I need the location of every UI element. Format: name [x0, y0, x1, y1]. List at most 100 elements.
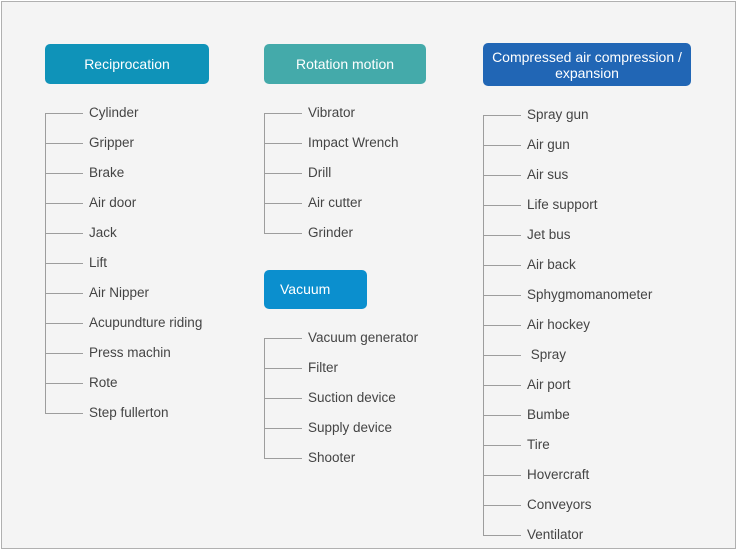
list-item-label: Tire — [527, 437, 550, 452]
list-item[interactable]: Spray — [483, 340, 713, 370]
list-item[interactable]: Life support — [483, 190, 713, 220]
tree-branch-icon — [483, 445, 521, 446]
list-item[interactable]: Lift — [45, 248, 245, 278]
list-item[interactable]: Air sus — [483, 160, 713, 190]
tree-rotation-motion: Vibrator Impact Wrench Drill Air cutter … — [264, 98, 464, 248]
list-item[interactable]: Suction device — [264, 383, 464, 413]
list-item-label: Brake — [89, 165, 125, 180]
list-item[interactable]: Acupundture riding — [45, 308, 245, 338]
list-item[interactable]: Grinder — [264, 218, 464, 248]
list-item-label: Air hockey — [527, 317, 591, 332]
group-compressed-air: Compressed air compression / expansion S… — [483, 43, 713, 548]
group-title-compressed-air: Compressed air compression / expansion — [492, 48, 682, 81]
list-item-label: Supply device — [308, 420, 393, 435]
list-item-label: Air sus — [527, 167, 569, 182]
list-item-label: Air port — [527, 377, 571, 392]
list-item[interactable]: Ventilator — [483, 520, 713, 548]
list-item[interactable]: Rote — [45, 368, 245, 398]
list-item[interactable]: Bumbe — [483, 400, 713, 430]
tree-branch-icon — [264, 233, 302, 234]
tree-branch-icon — [264, 203, 302, 204]
list-item[interactable]: Gripper — [45, 128, 245, 158]
list-item-label: Hovercraft — [527, 467, 590, 482]
list-item[interactable]: Supply device — [264, 413, 464, 443]
tree-vacuum: Vacuum generator Filter Suction device S… — [264, 323, 464, 473]
group-header-reciprocation[interactable]: Reciprocation — [45, 44, 209, 84]
group-title-vacuum: Vacuum — [280, 281, 331, 297]
list-item[interactable]: Air Nipper — [45, 278, 245, 308]
list-item[interactable]: Vacuum generator — [264, 323, 464, 353]
list-item[interactable]: Air door — [45, 188, 245, 218]
list-item[interactable]: Step fullerton — [45, 398, 245, 428]
tree-branch-icon — [483, 115, 521, 116]
tree-branch-icon — [264, 458, 302, 459]
list-item-label: Air back — [527, 257, 576, 272]
list-item[interactable]: Drill — [264, 158, 464, 188]
list-item[interactable]: Tire — [483, 430, 713, 460]
tree-branch-icon — [264, 338, 302, 339]
list-item[interactable]: Shooter — [264, 443, 464, 473]
group-title-rotation-motion: Rotation motion — [295, 55, 395, 72]
tree-branch-icon — [45, 143, 83, 144]
list-item-label: Shooter — [308, 450, 356, 465]
list-item[interactable]: Jet bus — [483, 220, 713, 250]
tree-branch-icon — [45, 413, 83, 414]
tree-branch-icon — [483, 145, 521, 146]
list-item[interactable]: Air gun — [483, 130, 713, 160]
diagram-canvas: Reciprocation Cylinder Gripper Brake Air… — [1, 1, 736, 549]
tree-branch-icon — [264, 398, 302, 399]
list-item-label: Air Nipper — [89, 285, 150, 300]
list-item-label: Step fullerton — [89, 405, 169, 420]
group-vacuum: Vacuum Vacuum generator Filter Suction d… — [264, 270, 464, 473]
tree-branch-icon — [483, 505, 521, 506]
list-item[interactable]: Air port — [483, 370, 713, 400]
list-item[interactable]: Air hockey — [483, 310, 713, 340]
tree-branch-icon — [45, 323, 83, 324]
list-item-label: Grinder — [308, 225, 354, 240]
list-item[interactable]: Air cutter — [264, 188, 464, 218]
list-item-label: Drill — [308, 165, 332, 180]
list-item-label: Vacuum generator — [308, 330, 419, 345]
tree-reciprocation: Cylinder Gripper Brake Air door Jack Lif… — [45, 98, 245, 428]
group-header-rotation-motion[interactable]: Rotation motion — [264, 44, 426, 84]
list-item-label: Gripper — [89, 135, 135, 150]
list-item[interactable]: Brake — [45, 158, 245, 188]
tree-branch-icon — [483, 295, 521, 296]
group-header-compressed-air[interactable]: Compressed air compression / expansion — [483, 43, 691, 86]
list-item-label: Vibrator — [308, 105, 356, 120]
list-item[interactable]: Jack — [45, 218, 245, 248]
tree-branch-icon — [264, 113, 302, 114]
list-item-label: Jack — [89, 225, 117, 240]
list-item[interactable]: Cylinder — [45, 98, 245, 128]
tree-branch-icon — [45, 383, 83, 384]
list-item[interactable]: Press machin — [45, 338, 245, 368]
tree-branch-icon — [264, 368, 302, 369]
tree-branch-icon — [483, 415, 521, 416]
list-item[interactable]: Impact Wrench — [264, 128, 464, 158]
group-title-reciprocation: Reciprocation — [84, 55, 170, 72]
tree-branch-icon — [483, 265, 521, 266]
list-item-label: Life support — [527, 197, 598, 212]
tree-branch-icon — [45, 353, 83, 354]
list-item[interactable]: Air back — [483, 250, 713, 280]
tree-branch-icon — [45, 263, 83, 264]
list-item[interactable]: Sphygmomanometer — [483, 280, 713, 310]
tree-branch-icon — [264, 143, 302, 144]
list-item[interactable]: Spray gun — [483, 100, 713, 130]
list-item-label: Spray — [527, 347, 567, 362]
list-item-label: Air gun — [527, 137, 570, 152]
list-item[interactable]: Filter — [264, 353, 464, 383]
tree-branch-icon — [45, 293, 83, 294]
group-header-vacuum[interactable]: Vacuum — [264, 270, 367, 309]
list-item-label: Sphygmomanometer — [527, 287, 653, 302]
list-item[interactable]: Hovercraft — [483, 460, 713, 490]
list-item-label: Ventilator — [527, 527, 584, 542]
list-item[interactable]: Conveyors — [483, 490, 713, 520]
tree-compressed-air: Spray gun Air gun Air sus Life support J… — [483, 100, 713, 548]
list-item-label: Press machin — [89, 345, 171, 360]
list-item-label: Conveyors — [527, 497, 592, 512]
list-item[interactable]: Vibrator — [264, 98, 464, 128]
tree-branch-icon — [264, 173, 302, 174]
list-item-label: Jet bus — [527, 227, 571, 242]
tree-branch-icon — [483, 475, 521, 476]
